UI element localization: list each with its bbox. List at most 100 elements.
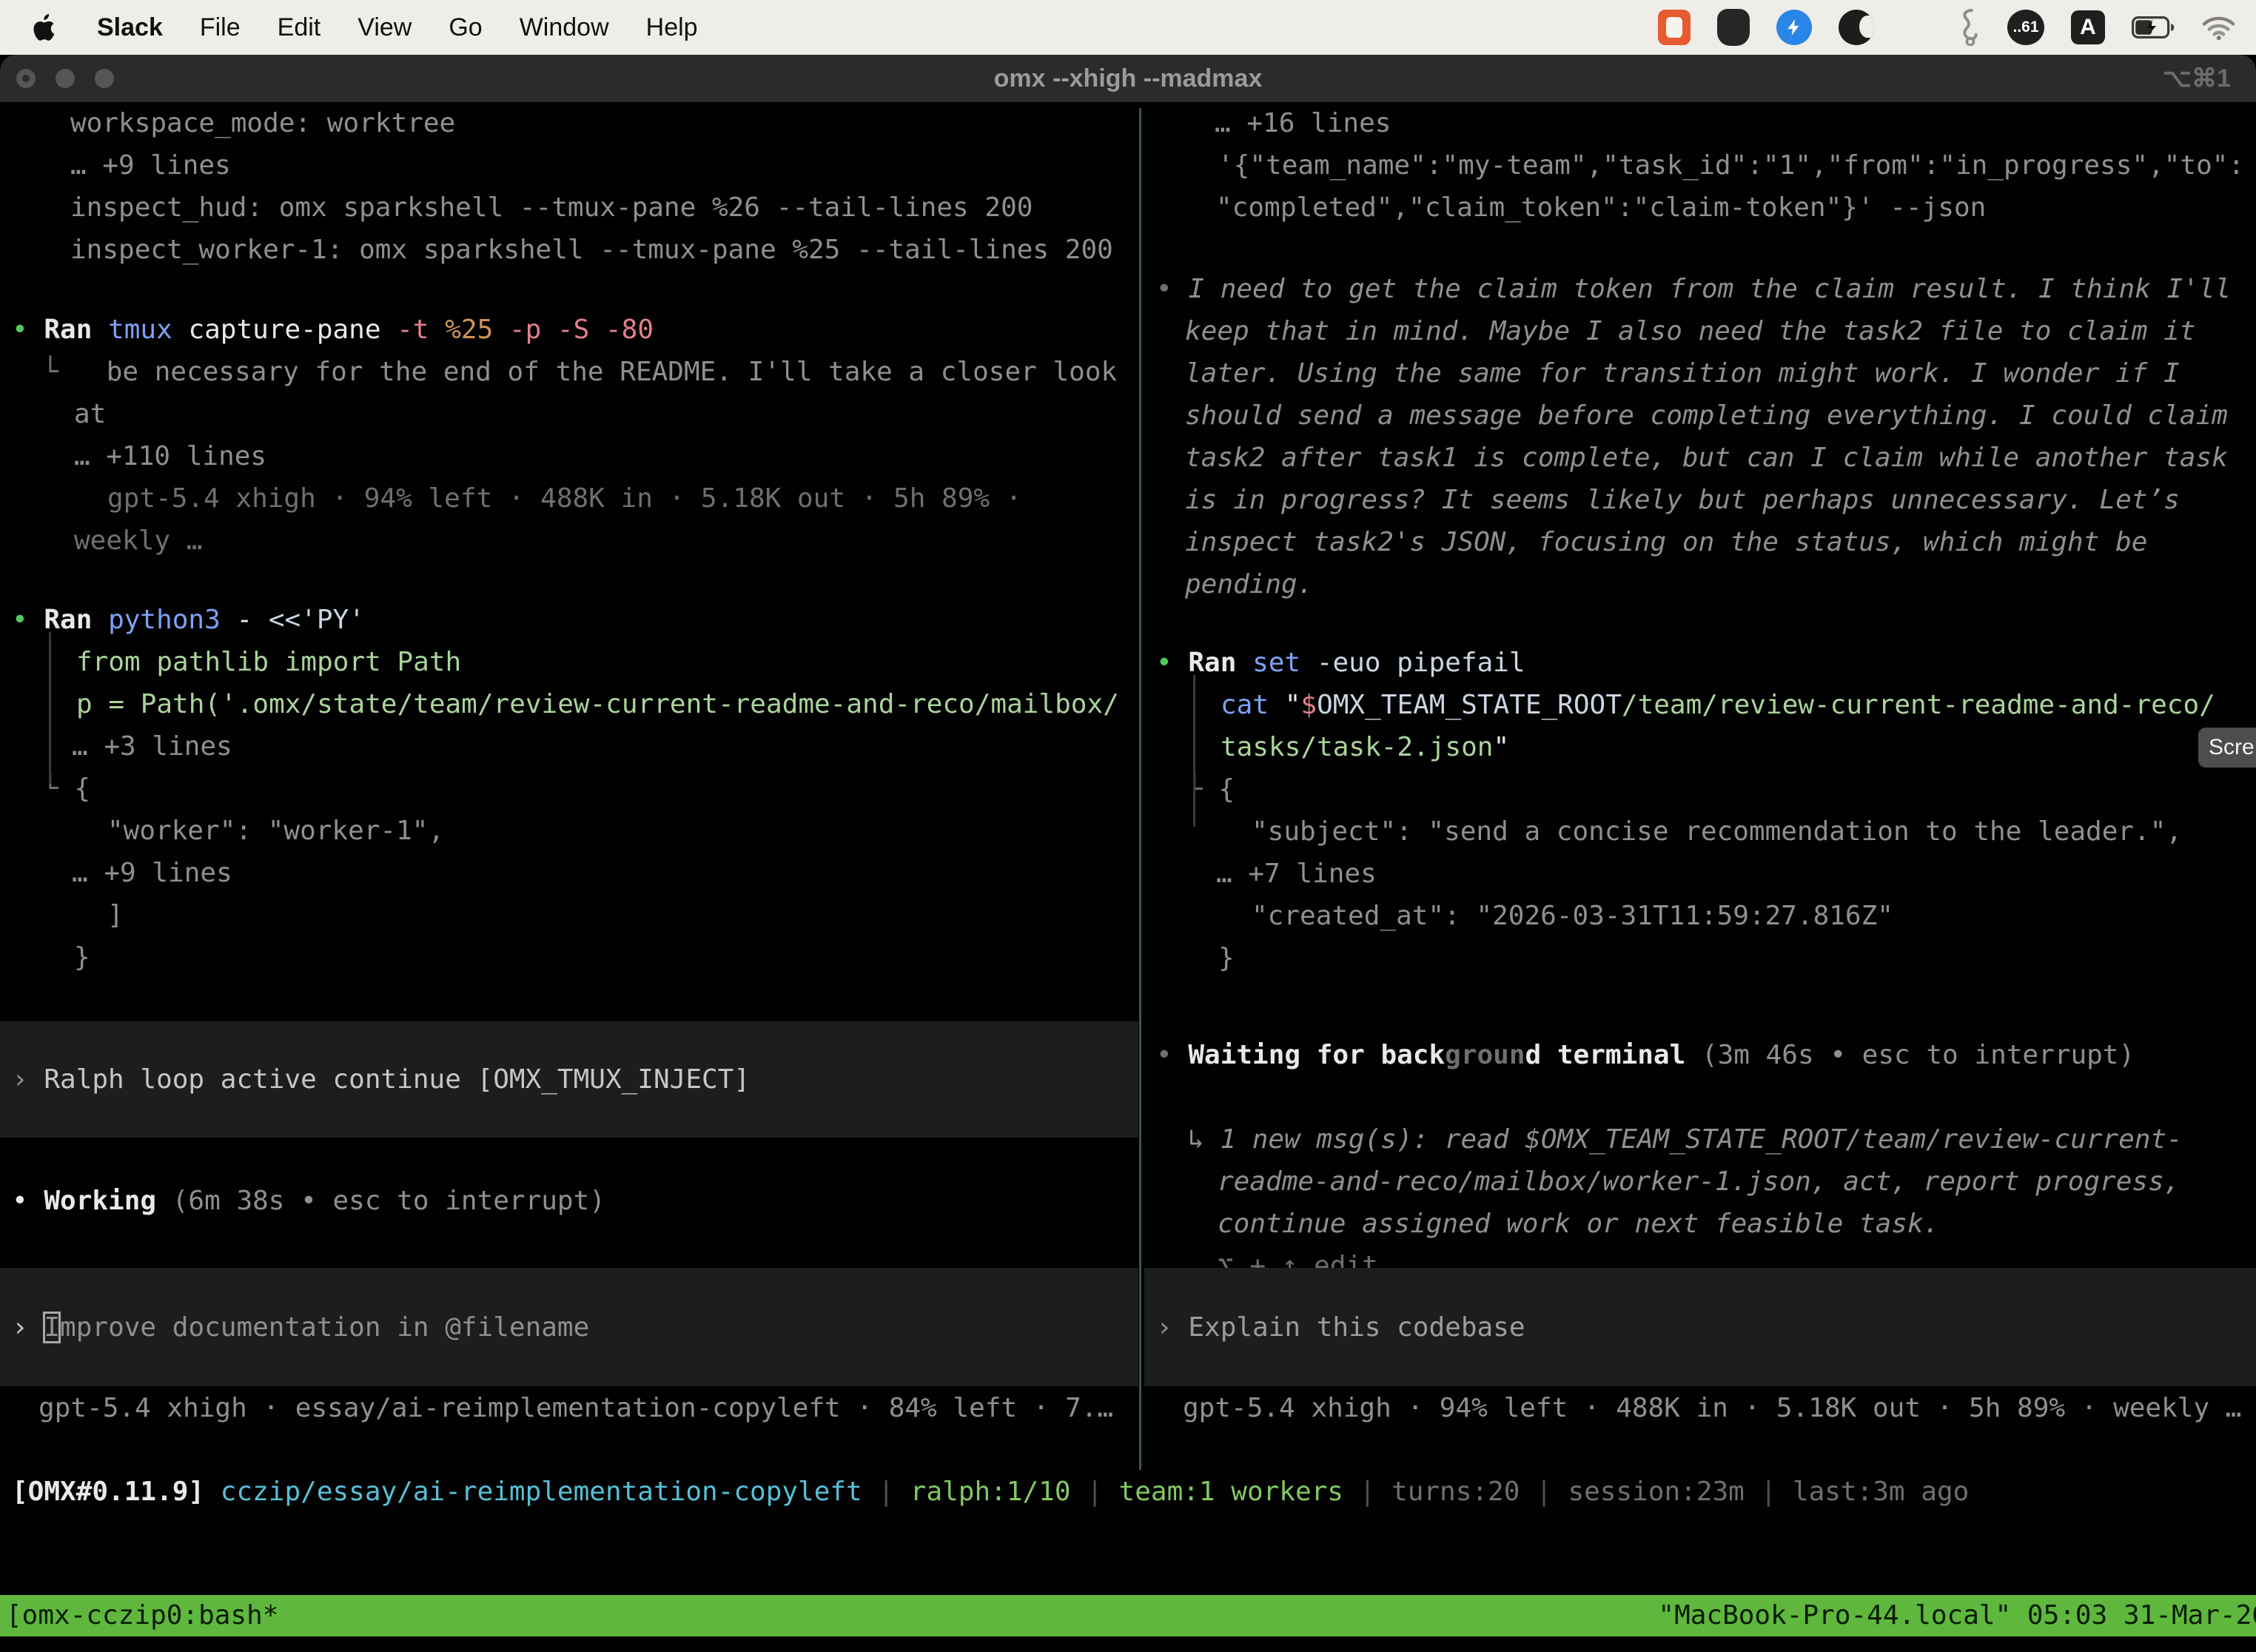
terminal-line: … +7 lines bbox=[1144, 853, 2256, 895]
terminal-text-segment: later. Using the same for transition mig… bbox=[1185, 358, 2180, 389]
menu-item-file[interactable]: File bbox=[181, 13, 259, 41]
tmux-status-bar: [omx-cczip0:bash* "MacBook-Pro-44.local"… bbox=[0, 1595, 2256, 1636]
ralph-loop-banner[interactable]: › Ralph loop active continue [OMX_TMUX_I… bbox=[0, 1021, 1138, 1138]
menu-item-go[interactable]: Go bbox=[430, 13, 500, 41]
terminal-text-segment: -p -S -80 bbox=[509, 315, 654, 345]
terminal-line: later. Using the same for transition mig… bbox=[1144, 352, 2256, 394]
terminal-line: } bbox=[0, 936, 1138, 978]
terminal-text-segment: | bbox=[1520, 1477, 1568, 1507]
thinking-paragraph: • I need to get the claim token from the… bbox=[1144, 268, 2256, 605]
terminal-text-segment: | bbox=[1071, 1477, 1119, 1507]
terminal-text-segment: gpt-5.4 xhigh · 94% left · 488K in · 5.1… bbox=[1183, 1393, 2241, 1423]
terminal-text-segment: • bbox=[1156, 274, 1188, 304]
apple-menu-icon[interactable] bbox=[33, 13, 58, 42]
terminal-text-segment: task2 after task1 is complete, but can I… bbox=[1185, 443, 2228, 473]
waiting-background-terminal: • Waiting for background terminal (3m 46… bbox=[1144, 1034, 2256, 1287]
terminal-text-segment: Explain this codebase bbox=[1188, 1312, 1525, 1343]
menu-item-edit[interactable]: Edit bbox=[259, 13, 340, 41]
terminal-text-segment: • bbox=[1156, 648, 1188, 678]
terminal-text-segment: weekly … bbox=[74, 526, 202, 556]
percent-badge-icon[interactable]: ..61 bbox=[2007, 10, 2044, 45]
recording-indicator-icon[interactable] bbox=[1658, 10, 1691, 45]
left-terminal-pane[interactable]: workspace_mode: worktree… +9 lines inspec… bbox=[0, 102, 1138, 1557]
terminal-text-segment: cat bbox=[1221, 690, 1285, 720]
terminal-text-segment: Ran bbox=[1188, 648, 1252, 678]
terminal-text-segment: capture-pane bbox=[188, 315, 397, 345]
terminal-text-segment: } bbox=[74, 942, 90, 973]
terminal-line: workspace_mode: worktree bbox=[0, 102, 1138, 144]
tmux-pane-divider[interactable] bbox=[1139, 108, 1141, 1470]
terminal-text-segment: $ bbox=[1300, 690, 1317, 720]
terminal-line: • Ran python3 - <<'PY' bbox=[0, 599, 1138, 641]
terminal-line: inspect_worker-1: omx sparkshell --tmux-… bbox=[0, 229, 1138, 271]
terminal-line: "subject": "send a concise recommendatio… bbox=[1144, 810, 2256, 853]
terminal-line: should send a message before completing … bbox=[1144, 394, 2256, 437]
terminal-text-segment: <<'PY' bbox=[269, 605, 365, 635]
terminal-line: … +16 lines bbox=[1144, 102, 2256, 144]
model-status-right: gpt-5.4 xhigh · 94% left · 488K in · 5.1… bbox=[1144, 1387, 2256, 1429]
menu-status-icons: ..61 A bbox=[1658, 9, 2256, 46]
terminal-text-segment: "completed","claim_token":"claim-token"}… bbox=[1216, 192, 1986, 223]
terminal-line: • I need to get the claim token from the… bbox=[1144, 268, 2256, 310]
right-terminal-pane[interactable]: … +16 lines'{"team_name":"my-team","task… bbox=[1144, 102, 2256, 1557]
terminal-text-segment: tmux bbox=[108, 315, 188, 345]
terminal-line: › Ralph loop active continue [OMX_TMUX_I… bbox=[0, 1058, 1138, 1101]
messenger-badge-icon[interactable] bbox=[1776, 10, 1812, 45]
terminal-window: omx --xhigh --madmax ⌥⌘1 workspace_mode:… bbox=[0, 55, 2256, 1652]
terminal-line: from pathlib import Path bbox=[0, 641, 1138, 683]
terminal-text-segment: Waiting for back bbox=[1188, 1040, 1445, 1070]
keypad-shield-icon[interactable] bbox=[1717, 9, 1750, 46]
menu-item-view[interactable]: View bbox=[339, 13, 430, 41]
terminal-line: ] bbox=[0, 894, 1138, 936]
terminal-text-segment: 1 new msg(s): read $OMX_TEAM_STATE_ROOT/… bbox=[1220, 1124, 2182, 1155]
text-cursor: I bbox=[44, 1312, 60, 1343]
terminal-text-segment: inspect task2's JSON, focusing on the st… bbox=[1185, 527, 2147, 557]
prompt-input-left[interactable]: › Improve documentation in @filename bbox=[0, 1268, 1138, 1386]
tmux-host-clock: "MacBook-Pro-44.local" 05:03 31-Mar-26 bbox=[1658, 1595, 2256, 1636]
terminal-line: › Explain this codebase bbox=[1144, 1306, 2256, 1349]
menu-item-help[interactable]: Help bbox=[628, 13, 716, 41]
window-title: omx --xhigh --madmax bbox=[994, 64, 1263, 93]
terminal-line: └ { bbox=[0, 768, 1138, 810]
terminal-text-segment: • bbox=[12, 1186, 44, 1216]
terminal-text-segment: p = Path('.omx/state/team/review-current… bbox=[76, 689, 1119, 719]
prompt-input-right[interactable]: › Explain this codebase bbox=[1144, 1268, 2256, 1386]
terminal-line: is in progress? It seems likely but perh… bbox=[1144, 479, 2256, 521]
terminal-text-segment: [OMX#0.11.9] bbox=[12, 1477, 204, 1507]
omx-status-text: [OMX#0.11.9] cczip/essay/ai-reimplementa… bbox=[0, 1471, 2256, 1513]
terminal-text-segment: └ bbox=[42, 357, 58, 387]
terminal-line: … +3 lines bbox=[0, 725, 1138, 768]
window-title-bar[interactable]: omx --xhigh --madmax ⌥⌘1 bbox=[0, 55, 2256, 102]
wifi-icon[interactable] bbox=[2201, 15, 2235, 40]
minimize-button[interactable] bbox=[56, 69, 75, 88]
terminal-text-segment: … +110 lines bbox=[74, 441, 266, 471]
dots-grid-icon[interactable] bbox=[1901, 11, 1933, 44]
menu-item-slack[interactable]: Slack bbox=[78, 13, 181, 41]
menu-items: SlackFileEditViewGoWindowHelp bbox=[78, 13, 716, 42]
terminal-text-segment: -t bbox=[397, 315, 445, 345]
terminal-text-segment: inspect_hud: omx sparkshell --tmux-pane … bbox=[70, 192, 1033, 223]
terminal-line: "completed","claim_token":"claim-token"}… bbox=[1144, 187, 2256, 229]
terminal-line: … +110 lines bbox=[0, 435, 1138, 477]
terminal-text-segment: from pathlib import Path bbox=[76, 647, 461, 677]
terminal-line: • Ran tmux capture-pane -t %25 -p -S -80 bbox=[0, 309, 1138, 351]
terminal-text-segment: (3m 46s • esc to interrupt) bbox=[1685, 1040, 2135, 1070]
terminal-line: tasks/task-2.json" bbox=[1144, 726, 2256, 768]
battery-icon[interactable] bbox=[2132, 16, 2175, 38]
terminal-text-segment bbox=[204, 1477, 221, 1507]
terminal-content: workspace_mode: worktree… +9 lines inspec… bbox=[0, 102, 2256, 1652]
terminal-text-segment: session:23m bbox=[1568, 1477, 1744, 1507]
terminal-text-segment: -euo pipefail bbox=[1317, 648, 1525, 678]
contrast-circle-icon[interactable] bbox=[1839, 10, 1874, 45]
terminal-line: continue assigned work or next feasible … bbox=[1144, 1203, 2256, 1245]
squiggle-icon[interactable] bbox=[1960, 9, 1981, 46]
close-button[interactable] bbox=[16, 69, 36, 88]
terminal-text-segment: ] bbox=[107, 900, 124, 930]
input-source-icon[interactable]: A bbox=[2071, 10, 2105, 44]
terminal-text-segment: continue assigned work or next feasible … bbox=[1218, 1209, 1939, 1239]
terminal-line: task2 after task1 is complete, but can I… bbox=[1144, 437, 2256, 479]
menu-item-window[interactable]: Window bbox=[501, 13, 628, 41]
zoom-button[interactable] bbox=[95, 69, 114, 88]
terminal-line: … +9 lines bbox=[0, 144, 1138, 187]
screen-sharing-tooltip: Scre bbox=[2198, 728, 2256, 768]
